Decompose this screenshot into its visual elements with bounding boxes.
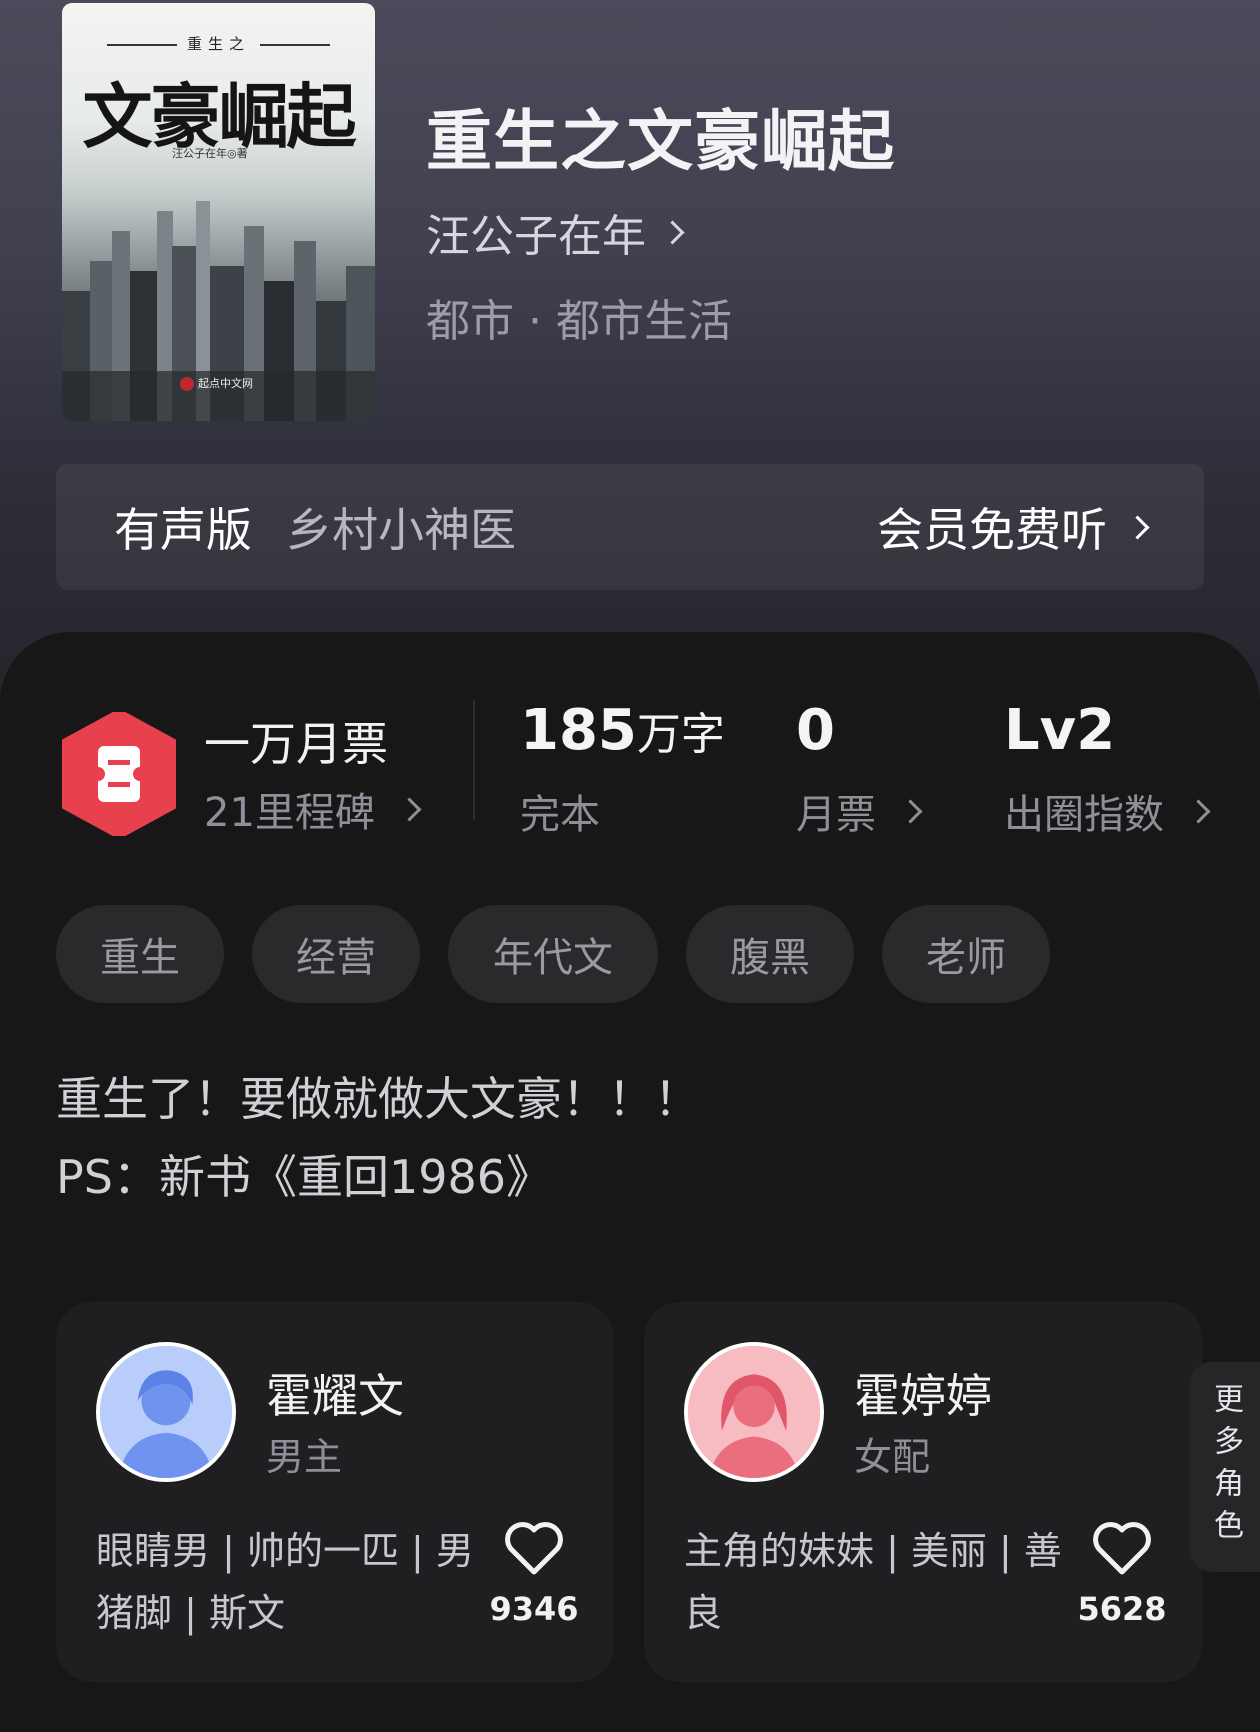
- stats-divider: [473, 700, 475, 820]
- character-description: 眼睛男 | 帅的一匹 | 男猪脚 | 斯文: [96, 1529, 474, 1635]
- book-title: 重生之文豪崛起: [426, 102, 895, 180]
- author-name: 汪公子在年: [426, 211, 646, 262]
- chevron-right-icon: [397, 796, 422, 822]
- character-card[interactable]: 霍婷婷 女配 主角的妹妹 | 美丽 | 善良 5628: [644, 1302, 1202, 1682]
- book-description[interactable]: 重生了！要做就做大文豪！！！ PS：新书《重回1986》: [56, 1060, 700, 1216]
- milestone-label: 21里程碑: [204, 790, 375, 836]
- more-roles-button[interactable]: 更多角色: [1190, 1362, 1260, 1572]
- book-genre: 都市 · 都市生活: [426, 296, 732, 347]
- chevron-right-icon: [660, 219, 685, 245]
- tag-chip[interactable]: 老师: [882, 905, 1050, 1003]
- cover-author: 汪公子在年◎著: [172, 147, 248, 160]
- author-link[interactable]: 汪公子在年: [426, 200, 685, 264]
- character-name: 霍婷婷: [854, 1369, 992, 1423]
- heart-icon[interactable]: [1092, 1520, 1152, 1576]
- cover-publisher: 起点中文网: [198, 377, 253, 390]
- like-count: 9346: [489, 1590, 579, 1628]
- publisher-logo-icon: [180, 377, 194, 391]
- character-avatar: [96, 1342, 236, 1482]
- monthly-ticket-link[interactable]: 月票: [796, 782, 923, 840]
- chevron-right-icon: [1186, 798, 1211, 824]
- character-role: 女配: [854, 1435, 931, 1479]
- completion-status: 完本: [520, 792, 600, 838]
- chevron-right-icon: [1125, 514, 1150, 540]
- tag-chip[interactable]: 重生: [56, 905, 224, 1003]
- character-role: 男主: [266, 1435, 343, 1479]
- description-line: 重生了！要做就做大文豪！！！: [56, 1072, 700, 1126]
- audio-label: 有声版: [114, 503, 252, 557]
- tag-chip[interactable]: 年代文: [448, 905, 658, 1003]
- influence-level: Lv2: [1004, 698, 1116, 763]
- book-cover-image[interactable]: 重生之 文豪崛起 汪公子在年◎著 起点中文网: [62, 3, 375, 421]
- audio-version-bar[interactable]: 有声版 乡村小神医 会员免费听: [56, 464, 1204, 590]
- influence-label: 出圈指数: [1004, 792, 1164, 838]
- heart-icon[interactable]: [504, 1520, 564, 1576]
- influence-link[interactable]: 出圈指数: [1004, 782, 1211, 840]
- tag-chip[interactable]: 经营: [252, 905, 420, 1003]
- monthly-ticket-count: 0: [796, 698, 835, 763]
- tag-list: 重生 经营 年代文 腹黑 老师: [56, 905, 1050, 1003]
- character-description: 主角的妹妹 | 美丽 | 善良: [684, 1529, 1062, 1635]
- audio-book-name: 乡村小神医: [286, 503, 516, 557]
- female-silhouette-icon: [688, 1346, 820, 1478]
- like-count: 5628: [1077, 1590, 1167, 1628]
- vip-listen-label: 会员免费听: [877, 503, 1107, 557]
- tag-chip[interactable]: 腹黑: [686, 905, 854, 1003]
- character-name: 霍耀文: [266, 1369, 404, 1423]
- monthly-ticket-label: 月票: [796, 792, 876, 838]
- character-card[interactable]: 霍耀文 男主 眼睛男 | 帅的一匹 | 男猪脚 | 斯文 9346: [56, 1302, 614, 1682]
- cover-subtitle: 重生之: [62, 33, 375, 54]
- monthly-ticket-icon[interactable]: [62, 712, 176, 836]
- ticket-title: 一万月票: [204, 717, 388, 771]
- milestone-link[interactable]: 21里程碑: [204, 780, 422, 838]
- description-line: PS：新书《重回1986》: [56, 1150, 553, 1204]
- word-count: 185万字: [520, 698, 725, 763]
- vip-listen-button[interactable]: 会员免费听: [877, 494, 1150, 560]
- male-silhouette-icon: [100, 1346, 232, 1478]
- more-roles-label: 更多角色: [1208, 1383, 1243, 1551]
- chevron-right-icon: [898, 798, 923, 824]
- character-avatar: [684, 1342, 824, 1482]
